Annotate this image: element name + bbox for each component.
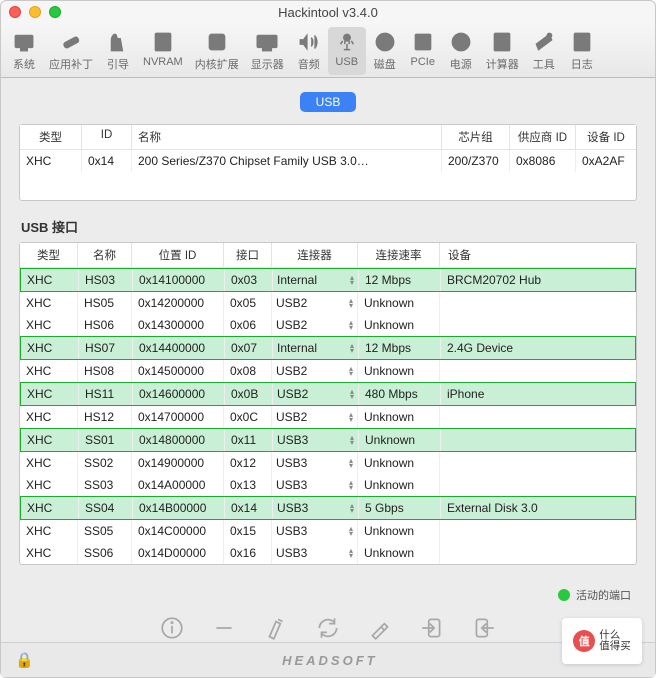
- toolbar: 系统应用补丁引导NVRAM内核扩展显示器音频USB磁盘PCIe电源计算器工具日志: [1, 23, 655, 78]
- import-icon[interactable]: [419, 615, 445, 641]
- col-chipset[interactable]: 芯片组: [442, 125, 510, 149]
- connector-select[interactable]: USB3▴▾: [273, 429, 359, 451]
- connector-select[interactable]: USB2▴▾: [273, 383, 359, 405]
- col-device[interactable]: 设备: [440, 243, 636, 267]
- col-id[interactable]: ID: [82, 125, 132, 149]
- port-row[interactable]: XHCHS070x144000000x07Internal▴▾12 Mbps2.…: [20, 336, 636, 360]
- clear-icon[interactable]: [263, 615, 289, 641]
- watermark: 值 什么值得买: [562, 618, 642, 664]
- lock-icon[interactable]: 🔒: [15, 651, 34, 669]
- toolbar-电源[interactable]: 电源: [442, 27, 480, 75]
- toolbar-内核扩展[interactable]: 内核扩展: [189, 27, 245, 75]
- connector-select[interactable]: USB2▴▾: [272, 360, 358, 382]
- ports-section-title: USB 接口: [21, 217, 637, 236]
- tab-usb[interactable]: USB: [300, 92, 357, 112]
- toolbar-日志[interactable]: 日志: [563, 27, 601, 75]
- window-title: Hackintool v3.4.0: [1, 5, 655, 20]
- stepper-icon[interactable]: ▴▾: [349, 548, 353, 558]
- port-row[interactable]: XHCSS010x148000000x11USB3▴▾Unknown: [20, 428, 636, 452]
- stepper-icon[interactable]: ▴▾: [350, 389, 354, 399]
- col-connector[interactable]: 连接器: [272, 243, 358, 267]
- port-row[interactable]: XHCSS030x14A000000x13USB3▴▾Unknown: [20, 474, 636, 496]
- inject-icon[interactable]: [367, 615, 393, 641]
- brand-label: HEADSOFT: [34, 653, 626, 668]
- port-row[interactable]: XHCHS060x143000000x06USB2▴▾Unknown: [20, 314, 636, 336]
- footer: 🔒 HEADSOFT: [1, 642, 655, 677]
- port-row[interactable]: XHCSS050x14C000000x15USB3▴▾Unknown: [20, 520, 636, 542]
- port-row[interactable]: XHCHS030x141000000x03Internal▴▾12 MbpsBR…: [20, 268, 636, 292]
- controller-row[interactable]: XHC 0x14 200 Series/Z370 Chipset Family …: [20, 150, 636, 172]
- export-icon[interactable]: [471, 615, 497, 641]
- controllers-table: 类型 ID 名称 芯片组 供应商 ID 设备 ID XHC 0x14 200 S…: [19, 124, 637, 201]
- legend-swatch-active: [558, 589, 570, 601]
- port-row[interactable]: XHCHS110x146000000x0BUSB2▴▾480 MbpsiPhon…: [20, 382, 636, 406]
- remove-icon[interactable]: [211, 615, 237, 641]
- legend: 活动的端口: [19, 587, 631, 603]
- stepper-icon[interactable]: ▴▾: [349, 320, 353, 330]
- ports-header: 类型 名称 位置 ID 接口 连接器 连接速率 设备: [20, 243, 636, 268]
- port-row[interactable]: XHCHS120x147000000x0CUSB2▴▾Unknown: [20, 406, 636, 428]
- toolbar-NVRAM[interactable]: NVRAM: [137, 27, 189, 75]
- connector-select[interactable]: USB3▴▾: [272, 520, 358, 542]
- toolbar-PCIe[interactable]: PCIe: [404, 27, 442, 75]
- toolbar-显示器[interactable]: 显示器: [245, 27, 290, 75]
- toolbar-磁盘[interactable]: 磁盘: [366, 27, 404, 75]
- connector-select[interactable]: Internal▴▾: [273, 269, 359, 291]
- info-icon[interactable]: [159, 615, 185, 641]
- toolbar-音频[interactable]: 音频: [290, 27, 328, 75]
- toolbar-工具[interactable]: 工具: [525, 27, 563, 75]
- connector-select[interactable]: USB3▴▾: [272, 542, 358, 564]
- bottom-toolbar: [19, 607, 637, 642]
- connector-select[interactable]: USB3▴▾: [273, 497, 359, 519]
- toolbar-系统[interactable]: 系统: [5, 27, 43, 75]
- connector-select[interactable]: USB2▴▾: [272, 406, 358, 428]
- stepper-icon[interactable]: ▴▾: [350, 275, 354, 285]
- refresh-icon[interactable]: [315, 615, 341, 641]
- port-row[interactable]: XHCHS050x142000000x05USB2▴▾Unknown: [20, 292, 636, 314]
- titlebar: Hackintool v3.4.0: [1, 1, 655, 23]
- connector-select[interactable]: USB3▴▾: [272, 474, 358, 496]
- port-row[interactable]: XHCHS080x145000000x08USB2▴▾Unknown: [20, 360, 636, 382]
- connector-select[interactable]: USB3▴▾: [272, 452, 358, 474]
- stepper-icon[interactable]: ▴▾: [349, 412, 353, 422]
- connector-select[interactable]: Internal▴▾: [273, 337, 359, 359]
- col-vendor[interactable]: 供应商 ID: [510, 125, 576, 149]
- connector-select[interactable]: USB2▴▾: [272, 292, 358, 314]
- toolbar-引导[interactable]: 引导: [99, 27, 137, 75]
- stepper-icon[interactable]: ▴▾: [350, 503, 354, 513]
- col-location[interactable]: 位置 ID: [132, 243, 224, 267]
- stepper-icon[interactable]: ▴▾: [350, 435, 354, 445]
- col-port[interactable]: 接口: [224, 243, 272, 267]
- port-row[interactable]: XHCSS060x14D000000x16USB3▴▾Unknown: [20, 542, 636, 564]
- toolbar-计算器[interactable]: 计算器: [480, 27, 525, 75]
- ports-table: 类型 名称 位置 ID 接口 连接器 连接速率 设备 XHCHS030x1410…: [19, 242, 637, 565]
- col-name[interactable]: 名称: [78, 243, 132, 267]
- col-speed[interactable]: 连接速率: [358, 243, 440, 267]
- port-row[interactable]: XHCSS020x149000000x12USB3▴▾Unknown: [20, 452, 636, 474]
- toolbar-应用补丁[interactable]: 应用补丁: [43, 27, 99, 75]
- col-type[interactable]: 类型: [20, 125, 82, 149]
- connector-select[interactable]: USB2▴▾: [272, 314, 358, 336]
- stepper-icon[interactable]: ▴▾: [349, 526, 353, 536]
- stepper-icon[interactable]: ▴▾: [349, 458, 353, 468]
- stepper-icon[interactable]: ▴▾: [350, 343, 354, 353]
- toolbar-USB[interactable]: USB: [328, 27, 366, 75]
- stepper-icon[interactable]: ▴▾: [349, 298, 353, 308]
- controllers-header: 类型 ID 名称 芯片组 供应商 ID 设备 ID: [20, 125, 636, 150]
- col-device[interactable]: 设备 ID: [576, 125, 636, 149]
- stepper-icon[interactable]: ▴▾: [349, 480, 353, 490]
- col-name[interactable]: 名称: [132, 125, 442, 149]
- port-row[interactable]: XHCSS040x14B000000x14USB3▴▾5 GbpsExterna…: [20, 496, 636, 520]
- col-type[interactable]: 类型: [20, 243, 78, 267]
- stepper-icon[interactable]: ▴▾: [349, 366, 353, 376]
